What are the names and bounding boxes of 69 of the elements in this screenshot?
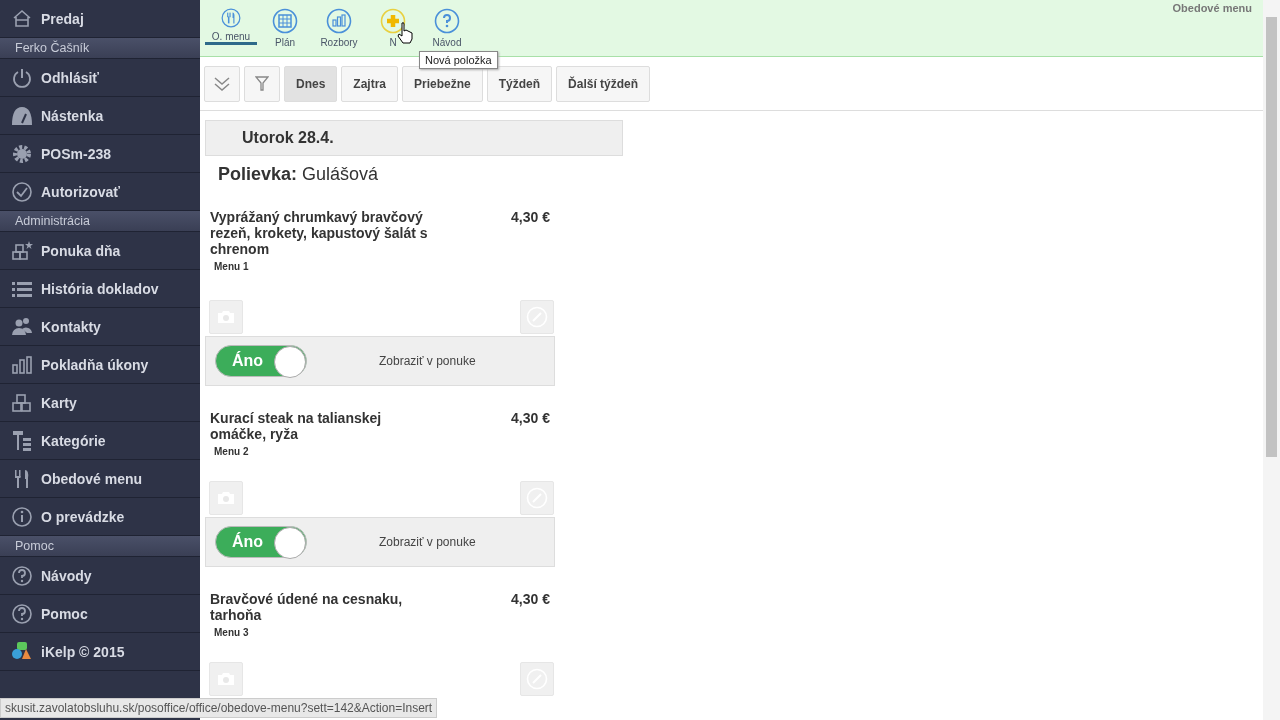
photo-button[interactable] [209, 300, 243, 334]
sidebar-item[interactable]: Kategórie [0, 422, 200, 460]
filter-button[interactable] [244, 65, 280, 102]
filter-tab[interactable]: Týždeň [486, 65, 553, 102]
info-icon [11, 505, 33, 528]
dish-name: Bravčové údené na cesnaku, tarhoňa [210, 591, 404, 623]
menu-label: Menu 2 [213, 445, 250, 457]
sidebar-item[interactable]: POSm-238 [0, 135, 200, 173]
sidebar-item[interactable]: Nástenka [0, 97, 200, 135]
toolbar-tab[interactable]: Plán [259, 0, 311, 56]
sidebar-item[interactable]: iKelp © 2015 [0, 633, 200, 671]
tooltip: Nová položka [419, 51, 498, 69]
dish-name: Vyprážaný chrumkavý bravčový rezeň, krokety, kapustový šalát s chrenom [210, 209, 429, 257]
photo-button[interactable] [209, 662, 243, 696]
bar-chart-icon [326, 8, 352, 34]
page-title: Obedové menu [1172, 2, 1252, 14]
dish-price: 4,30 € [511, 209, 550, 227]
power-icon [11, 66, 33, 89]
collapse-button[interactable] [204, 65, 240, 102]
help-icon [11, 602, 33, 625]
boxes-icon [11, 391, 33, 414]
sidebar-item[interactable]: Obedové menu [0, 460, 200, 498]
help-icon [11, 564, 33, 587]
double-chevron-icon [213, 75, 231, 92]
sidebar-item[interactable]: Kontakty [0, 308, 200, 346]
sidebar-item[interactable]: Odhlásiť [0, 59, 200, 97]
home-icon [11, 7, 33, 30]
sidebar-item[interactable]: Pokladňa úkony [0, 346, 200, 384]
sidebar-item[interactable]: Ponuka dňa [0, 232, 200, 270]
sidebar-section-header: Administrácia [0, 211, 200, 232]
filter-icon [255, 75, 269, 92]
tree-icon [11, 429, 33, 452]
toolbar-tab[interactable]: N [367, 0, 419, 56]
sidebar-section-header: Ferko Čašník [0, 38, 200, 59]
dish-price: 4,30 € [511, 410, 550, 428]
dashboard-icon [11, 104, 33, 127]
filter-tab[interactable]: Ďalší týždeň [556, 65, 651, 102]
help-icon [434, 8, 460, 34]
filter-tab[interactable]: Priebežne [402, 65, 483, 102]
photo-button[interactable] [209, 481, 243, 515]
edit-button[interactable] [520, 662, 554, 696]
menu-label: Menu 1 [213, 260, 250, 272]
menu-label: Menu 3 [213, 626, 250, 638]
toolbar-tab[interactable]: Rozbory [313, 0, 365, 56]
bar-chart-icon [11, 353, 33, 376]
filter-tab[interactable]: Dnes [284, 65, 338, 102]
filter-tab[interactable]: Zajtra [341, 65, 399, 102]
check-circle-icon [11, 180, 33, 203]
scrollbar[interactable] [1263, 0, 1280, 720]
edit-button[interactable] [520, 300, 554, 334]
dish-name: Kurací steak na talianskej omáčke, ryža [210, 410, 383, 442]
toggle-caption: Zobraziť v ponuke [379, 354, 476, 368]
sidebar-item[interactable]: Pomoc [0, 595, 200, 633]
sidebar-item[interactable]: História dokladov [0, 270, 200, 308]
sidebar-section-header: Pomoc [0, 536, 200, 557]
toolbar-tab[interactable]: O. menu [205, 0, 257, 45]
soup-line: Polievka: Gulášová [217, 163, 380, 185]
plus-icon [380, 8, 406, 34]
day-header: Utorok 28.4. [205, 120, 623, 156]
toggle-caption: Zobraziť v ponuke [379, 535, 476, 549]
people-icon [11, 315, 33, 338]
sidebar-item[interactable]: Karty [0, 384, 200, 422]
settings-icon [11, 142, 33, 165]
dish-price: 4,30 € [511, 591, 550, 609]
calendar-icon [272, 8, 298, 34]
edit-button[interactable] [520, 481, 554, 515]
status-url: skusit.zavolatobsluhu.sk/posoffice/office/obedove-menu?sett=142&Action=Insert [0, 698, 438, 718]
sidebar-item[interactable]: Návody [0, 557, 200, 595]
boxes-star-icon [11, 239, 33, 262]
